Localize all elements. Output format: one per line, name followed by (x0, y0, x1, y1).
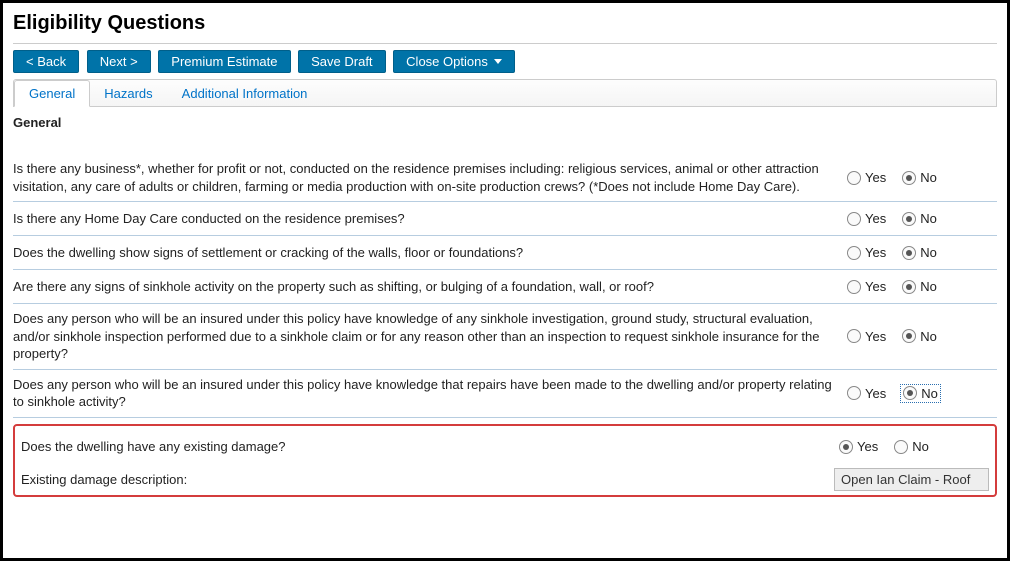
radio-no[interactable]: No (894, 439, 929, 454)
radio-label: No (920, 211, 937, 226)
radio-label: Yes (865, 386, 886, 401)
damage-description-row: Existing damage description: (21, 464, 989, 491)
section-heading: General (13, 115, 997, 130)
radio-no[interactable]: No (902, 329, 937, 344)
radio-label: Yes (865, 170, 886, 185)
radio-icon (847, 212, 861, 226)
question-row: Does the dwelling have any existing dama… (21, 430, 989, 464)
page-title: Eligibility Questions (13, 12, 997, 35)
radio-icon (839, 440, 853, 454)
question-text: Does the dwelling show signs of settleme… (13, 244, 847, 262)
radio-icon (847, 386, 861, 400)
radio-icon (902, 280, 916, 294)
radio-icon (902, 246, 916, 260)
radio-label: No (920, 245, 937, 260)
radio-no[interactable]: No (902, 279, 937, 294)
save-draft-button[interactable]: Save Draft (298, 50, 385, 73)
tab-general[interactable]: General (14, 80, 90, 107)
question-options: Yes No (847, 170, 997, 185)
question-text: Does any person who will be an insured u… (13, 376, 847, 411)
radio-label: Yes (865, 211, 886, 226)
radio-label: No (920, 279, 937, 294)
radio-label: Yes (865, 329, 886, 344)
next-button[interactable]: Next > (87, 50, 151, 73)
radio-no[interactable]: No (902, 245, 937, 260)
question-row: Does the dwelling show signs of settleme… (13, 236, 997, 270)
radio-icon (894, 440, 908, 454)
question-text: Is there any Home Day Care conducted on … (13, 210, 847, 228)
damage-description-input[interactable] (834, 468, 989, 491)
radio-label: No (912, 439, 929, 454)
premium-estimate-button[interactable]: Premium Estimate (158, 50, 290, 73)
radio-icon (902, 329, 916, 343)
damage-description-label: Existing damage description: (21, 472, 834, 487)
question-row: Does any person who will be an insured u… (13, 304, 997, 370)
app-frame: Eligibility Questions < Back Next > Prem… (0, 0, 1010, 561)
tab-hazards[interactable]: Hazards (90, 81, 167, 106)
existing-damage-highlight: Does the dwelling have any existing dama… (13, 424, 997, 497)
radio-yes[interactable]: Yes (847, 211, 886, 226)
question-options: Yes No (847, 386, 997, 401)
question-text: Does any person who will be an insured u… (13, 310, 847, 363)
radio-icon (902, 171, 916, 185)
radio-no[interactable]: No (902, 170, 937, 185)
radio-yes[interactable]: Yes (847, 279, 886, 294)
radio-label: Yes (865, 245, 886, 260)
question-options: Yes No (839, 439, 989, 454)
radio-yes[interactable]: Yes (847, 329, 886, 344)
close-options-label: Close Options (406, 54, 488, 69)
question-row: Does any person who will be an insured u… (13, 370, 997, 418)
close-options-button[interactable]: Close Options (393, 50, 515, 73)
back-button[interactable]: < Back (13, 50, 79, 73)
radio-no[interactable]: No (902, 211, 937, 226)
question-text: Is there any business*, whether for prof… (13, 160, 847, 195)
radio-yes[interactable]: Yes (839, 439, 878, 454)
tab-additional-information[interactable]: Additional Information (168, 81, 323, 106)
question-text: Does the dwelling have any existing dama… (21, 438, 839, 456)
tabs-bar: General Hazards Additional Information (13, 79, 997, 107)
question-options: Yes No (847, 245, 997, 260)
radio-icon (903, 386, 917, 400)
question-row: Are there any signs of sinkhole activity… (13, 270, 997, 304)
radio-yes[interactable]: Yes (847, 386, 886, 401)
question-row: Is there any business*, whether for prof… (13, 154, 997, 202)
questions-list: Is there any business*, whether for prof… (13, 154, 997, 497)
radio-label: Yes (865, 279, 886, 294)
question-options: Yes No (847, 279, 997, 294)
radio-yes[interactable]: Yes (847, 245, 886, 260)
radio-icon (847, 329, 861, 343)
caret-down-icon (494, 59, 502, 64)
radio-label: Yes (857, 439, 878, 454)
question-row: Is there any Home Day Care conducted on … (13, 202, 997, 236)
radio-label: No (921, 386, 938, 401)
radio-label: No (920, 329, 937, 344)
radio-icon (847, 171, 861, 185)
radio-icon (902, 212, 916, 226)
question-options: Yes No (847, 329, 997, 344)
radio-no[interactable]: No (902, 386, 939, 401)
radio-icon (847, 280, 861, 294)
radio-yes[interactable]: Yes (847, 170, 886, 185)
toolbar: < Back Next > Premium Estimate Save Draf… (13, 50, 997, 73)
question-options: Yes No (847, 211, 997, 226)
radio-label: No (920, 170, 937, 185)
radio-icon (847, 246, 861, 260)
question-text: Are there any signs of sinkhole activity… (13, 278, 847, 296)
title-divider (13, 43, 997, 44)
